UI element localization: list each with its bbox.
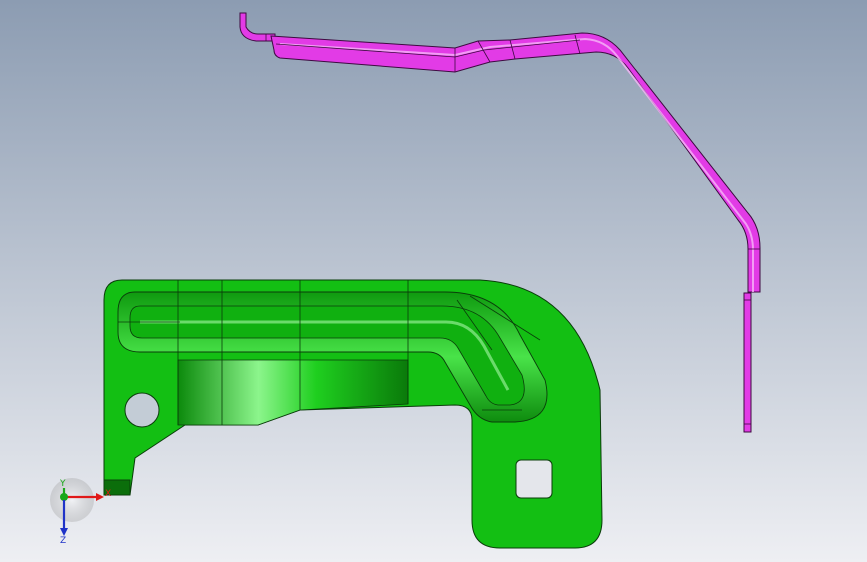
magenta-stem	[743, 292, 752, 433]
x-axis-label: X	[105, 489, 111, 499]
green-square-hole	[515, 459, 553, 499]
y-axis-dot	[60, 493, 68, 501]
y-axis-label: Y	[59, 479, 66, 489]
z-axis-label: Z	[60, 536, 66, 546]
triad-origin	[50, 478, 94, 522]
green-round-hole	[124, 392, 160, 428]
3d-viewport[interactable]: X Y Z	[0, 0, 867, 562]
